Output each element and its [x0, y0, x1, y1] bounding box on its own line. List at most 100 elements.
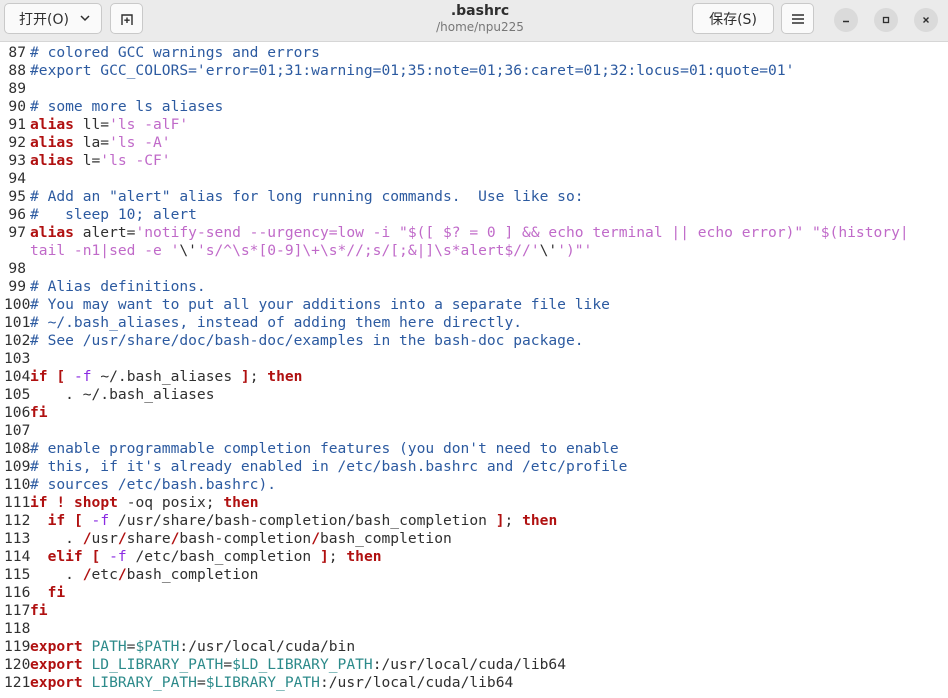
- line-code: # See /usr/share/doc/bash-doc/examples i…: [30, 332, 584, 350]
- line-number: 100: [4, 296, 31, 313]
- maximize-icon: [882, 16, 890, 24]
- code-token: ]: [320, 548, 329, 565]
- code-line: 111 if ! shopt -oq posix; then: [0, 494, 948, 512]
- code-line: 88 #export GCC_COLORS='error=01;31:warnin…: [0, 62, 948, 80]
- code-token: ;: [205, 494, 224, 511]
- save-button-label: 保存(S): [709, 11, 757, 28]
- line-code: alias la='ls -A': [30, 134, 171, 152]
- line-code: # Add an "alert" alias for long running …: [30, 188, 584, 206]
- close-icon: [923, 17, 929, 23]
- code-token: \': [539, 242, 558, 259]
- code-line: 114 elif [ -f /etc/bash_completion ]; th…: [0, 548, 948, 566]
- code-token: ]: [495, 512, 505, 529]
- code-line: 92 alias la='ls -A': [0, 134, 948, 152]
- line-number: 106: [4, 404, 31, 421]
- code-token: /etc/bash_completion: [126, 548, 320, 565]
- text-editor[interactable]: 87 # colored GCC warnings and errors 88 #ex…: [0, 43, 948, 698]
- code-line: 113 . /usr/share/bash-completion/bash_co…: [0, 530, 948, 548]
- code-token: l=: [73, 152, 101, 169]
- code-token: # some more ls aliases: [30, 98, 224, 115]
- code-line: 87 # colored GCC warnings and errors: [0, 44, 948, 62]
- code-token: # See /usr/share/doc/bash-doc/examples i…: [30, 332, 584, 349]
- line-number: 116: [4, 584, 31, 601]
- code-token: export: [30, 656, 83, 673]
- line-number: 93: [8, 152, 26, 169]
- code-token: 'notify-send --urgency=low -i "$([ $? = …: [135, 224, 909, 241]
- line-code: # enable programmable completion feature…: [30, 440, 619, 458]
- code-token: 'ls -alF': [109, 116, 189, 133]
- code-token: $PATH: [135, 638, 180, 655]
- line-code: fi: [30, 584, 66, 602]
- close-button[interactable]: [914, 8, 938, 32]
- code-token: alias: [30, 152, 74, 169]
- code-line: 112 if [ -f /usr/share/bash-completion/b…: [0, 512, 948, 530]
- line-code: # Alias definitions.: [30, 278, 206, 296]
- code-token: if: [30, 368, 48, 385]
- code-token: then: [223, 494, 259, 511]
- code-token: 's/^\s*[0-9]\+\s*//;s/[;&|]\s*alert$//': [196, 242, 540, 259]
- line-number: 119: [4, 638, 31, 655]
- line-number: 115: [4, 566, 31, 583]
- line-code: # You may want to put all your additions…: [30, 296, 610, 314]
- line-number: 109: [4, 458, 31, 475]
- code-line: 107: [0, 422, 948, 440]
- code-token: LIBRARY_PATH: [91, 674, 197, 691]
- code-line: 110 # sources /etc/bash.bashrc).: [0, 476, 948, 494]
- menu-button[interactable]: [781, 3, 814, 34]
- line-code: fi: [30, 602, 48, 620]
- minimize-button[interactable]: [834, 8, 858, 32]
- code-token: # You may want to put all your additions…: [30, 296, 610, 313]
- code-line: 95 # Add an "alert" alias for long runnin…: [0, 188, 948, 206]
- code-line: 97 alias alert='notify-send --urgency=low…: [0, 224, 948, 242]
- code-token: export: [30, 638, 83, 655]
- code-line: 104 if [ -f ~/.bash_aliases ]; then: [0, 368, 948, 386]
- line-number: 98: [8, 260, 26, 277]
- chevron-down-icon: [80, 15, 90, 22]
- code-line: 118: [0, 620, 948, 638]
- code-token: . ~/.bash_aliases: [30, 386, 215, 403]
- line-number: 120: [4, 656, 31, 673]
- code-token: #export GCC_COLORS='error=01;31:warning=…: [30, 62, 795, 79]
- hamburger-menu-icon: [791, 13, 804, 24]
- code-token: bash-completion: [179, 530, 312, 547]
- code-token: -oq posix: [117, 494, 206, 511]
- line-number: 107: [4, 422, 31, 439]
- save-button[interactable]: 保存(S): [692, 3, 774, 34]
- code-token: /: [117, 530, 127, 547]
- code-line: 103: [0, 350, 948, 368]
- line-number: 112: [4, 512, 31, 529]
- code-token: # ~/.bash_aliases, instead of adding the…: [30, 314, 523, 331]
- code-token: if: [30, 494, 48, 511]
- line-number: 113: [4, 530, 31, 547]
- code-line: 109 # this, if it's already enabled in /e…: [0, 458, 948, 476]
- code-token: [: [56, 368, 66, 385]
- line-number: 95: [8, 188, 26, 205]
- code-line: 102 # See /usr/share/doc/bash-doc/example…: [0, 332, 948, 350]
- code-token: LD_LIBRARY_PATH: [91, 656, 224, 673]
- code-token: then: [522, 512, 558, 529]
- line-code: . ~/.bash_aliases: [30, 386, 215, 404]
- line-number: 99: [8, 278, 26, 295]
- code-token: bash_completion: [126, 566, 259, 583]
- code-token: ;: [328, 548, 347, 565]
- line-code: # sleep 10; alert: [30, 206, 197, 224]
- line-number: 87: [8, 44, 26, 61]
- line-code: #export GCC_COLORS='error=01;31:warning=…: [30, 62, 794, 80]
- code-token: # colored GCC warnings and errors: [30, 44, 320, 61]
- code-token: /: [311, 530, 320, 547]
- code-token: ]: [240, 368, 250, 385]
- line-code: export PATH=$PATH:/usr/local/cuda/bin: [30, 638, 355, 656]
- code-line: 116 fi: [0, 584, 948, 602]
- code-line: 99 # Alias definitions.: [0, 278, 948, 296]
- new-tab-button[interactable]: [110, 3, 143, 34]
- code-token: :/usr/local/cuda/lib64: [319, 674, 514, 691]
- new-tab-icon: [120, 13, 133, 25]
- code-token: ll=: [73, 116, 110, 133]
- code-line: tail -n1|sed -e '\''s/^\s*[0-9]\+\s*//;s…: [0, 242, 948, 260]
- code-token: then: [346, 548, 382, 565]
- maximize-button[interactable]: [874, 8, 898, 32]
- open-button[interactable]: 打开(O): [4, 3, 102, 34]
